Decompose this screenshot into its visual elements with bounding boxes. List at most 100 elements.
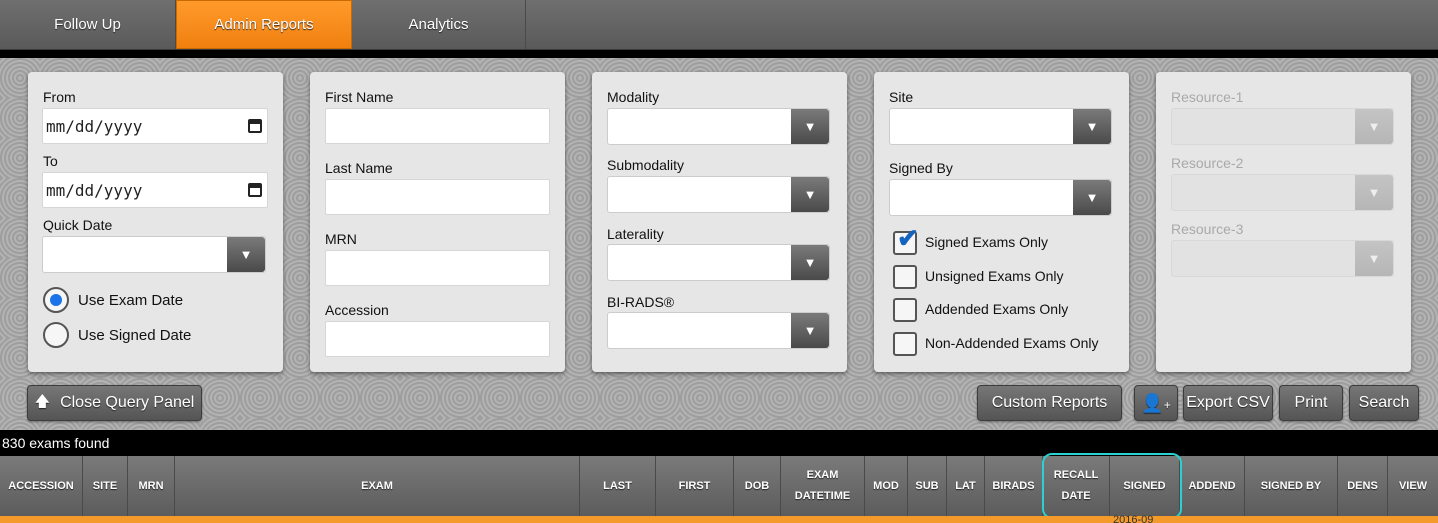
chevron-down-icon[interactable]: ▼ [791, 177, 829, 212]
last-name-input[interactable] [325, 179, 550, 215]
col-exam[interactable]: EXAM [175, 456, 580, 516]
col-addend[interactable]: ADDEND [1180, 456, 1245, 516]
quick-date-select[interactable]: ▼ [42, 236, 266, 273]
col-exam-datetime[interactable]: EXAM DATETIME [781, 456, 865, 516]
to-label: To [43, 153, 58, 169]
date-panel: From mm/dd/yyyy To mm/dd/yyyy Quick Date… [28, 72, 283, 372]
submodality-label: Submodality [607, 157, 685, 173]
addended-exams-only-label: Addended Exams Only [925, 301, 1069, 317]
results-table-header: ACCESSION SITE MRN EXAM LAST FIRST DOB E… [0, 456, 1438, 516]
col-mrn[interactable]: MRN [128, 456, 175, 516]
accession-input[interactable] [325, 321, 550, 357]
arrow-up-icon: 🡅 [34, 392, 51, 410]
patient-panel: First Name Last Name MRN Accession [310, 72, 565, 372]
resource-1-label: Resource-1 [1171, 89, 1244, 105]
tab-follow-up[interactable]: Follow Up [0, 0, 176, 49]
from-date-input[interactable]: mm/dd/yyyy [42, 108, 268, 144]
non-addended-exams-only-checkbox[interactable] [893, 332, 917, 356]
query-panel: From mm/dd/yyyy To mm/dd/yyyy Quick Date… [0, 58, 1438, 430]
addended-exams-only-checkbox[interactable] [893, 298, 917, 322]
signed-by-select[interactable]: ▼ [889, 179, 1112, 216]
column-highlight [1042, 453, 1182, 519]
table-cell-signed: 2016-09 [1113, 514, 1154, 523]
signed-exams-only-label: Signed Exams Only [925, 234, 1048, 250]
col-dob[interactable]: DOB [734, 456, 781, 516]
add-user-icon: 👤+ [1141, 392, 1171, 413]
first-name-input[interactable] [325, 108, 550, 144]
col-first[interactable]: FIRST [656, 456, 734, 516]
unsigned-exams-only-checkbox[interactable] [893, 265, 917, 289]
modality-select[interactable]: ▼ [607, 108, 830, 145]
use-exam-date-label: Use Exam Date [78, 292, 184, 309]
accession-label: Accession [325, 302, 389, 318]
from-label: From [43, 89, 76, 105]
chevron-down-icon[interactable]: ▼ [1073, 109, 1111, 144]
chevron-down-icon[interactable]: ▼ [1073, 180, 1111, 215]
chevron-down-icon[interactable]: ▼ [791, 313, 829, 348]
close-query-panel-label: Close Query Panel [60, 394, 195, 411]
table-row[interactable] [0, 516, 1438, 523]
col-mod[interactable]: MOD [865, 456, 908, 516]
signed-exams-only-checkbox[interactable]: ✔ [893, 225, 919, 255]
checkmark-icon: ✔ [897, 223, 919, 253]
col-accession[interactable]: ACCESSION [0, 456, 83, 516]
calendar-icon[interactable] [248, 119, 262, 133]
site-select[interactable]: ▼ [889, 108, 1112, 145]
chevron-down-icon[interactable]: ▼ [791, 109, 829, 144]
calendar-icon[interactable] [248, 183, 262, 197]
birads-select[interactable]: ▼ [607, 312, 830, 349]
site-panel: Site ▼ Signed By ▼ ✔ Signed Exams Only U… [874, 72, 1129, 372]
print-button[interactable]: Print [1279, 385, 1343, 421]
non-addended-exams-only-label: Non-Addended Exams Only [925, 335, 1099, 351]
col-sub[interactable]: SUB [908, 456, 947, 516]
site-label: Site [889, 89, 914, 105]
exam-panel: Modality ▼ Submodality ▼ Laterality ▼ BI… [592, 72, 847, 372]
unsigned-exams-only-label: Unsigned Exams Only [925, 268, 1064, 284]
resource-1-select[interactable]: ▼ [1171, 108, 1394, 145]
resource-2-select[interactable]: ▼ [1171, 174, 1394, 211]
divider [0, 50, 1438, 58]
add-user-button[interactable]: 👤+ [1134, 385, 1178, 421]
resource-3-select[interactable]: ▼ [1171, 240, 1394, 277]
col-last[interactable]: LAST [580, 456, 656, 516]
col-signed-by[interactable]: SIGNED BY [1245, 456, 1338, 516]
tab-bar: Follow Up Admin Reports Analytics [0, 0, 1438, 50]
chevron-down-icon[interactable]: ▼ [1355, 109, 1393, 144]
col-site[interactable]: SITE [83, 456, 128, 516]
first-name-label: First Name [325, 89, 394, 105]
resources-panel: Resource-1 ▼ Resource-2 ▼ Resource-3 ▼ [1156, 72, 1411, 372]
results-count-text: 830 exams found [2, 435, 110, 451]
col-birads[interactable]: BIRADS [985, 456, 1043, 516]
col-dens[interactable]: DENS [1338, 456, 1388, 516]
last-name-label: Last Name [325, 160, 393, 176]
laterality-label: Laterality [607, 226, 664, 242]
resource-3-label: Resource-3 [1171, 221, 1244, 237]
submodality-select[interactable]: ▼ [607, 176, 830, 213]
resource-2-label: Resource-2 [1171, 155, 1244, 171]
chevron-down-icon[interactable]: ▼ [1355, 241, 1393, 276]
mrn-input[interactable] [325, 250, 550, 286]
use-signed-date-label: Use Signed Date [78, 327, 192, 344]
chevron-down-icon[interactable]: ▼ [227, 237, 265, 272]
tab-admin-reports[interactable]: Admin Reports [176, 0, 352, 49]
col-view[interactable]: VIEW [1388, 456, 1438, 516]
search-button[interactable]: Search [1349, 385, 1419, 421]
use-signed-date-radio[interactable] [43, 322, 69, 348]
birads-label: BI-RADS® [607, 294, 675, 310]
modality-label: Modality [607, 89, 660, 105]
to-date-value: mm/dd/yyyy [46, 180, 143, 200]
signed-by-label: Signed By [889, 160, 953, 176]
results-count: 830 exams found [0, 430, 1438, 456]
close-query-panel-button[interactable]: 🡅 Close Query Panel [27, 385, 202, 421]
laterality-select[interactable]: ▼ [607, 244, 830, 281]
tab-analytics[interactable]: Analytics [352, 0, 526, 49]
chevron-down-icon[interactable]: ▼ [1355, 175, 1393, 210]
chevron-down-icon[interactable]: ▼ [791, 245, 829, 280]
to-date-input[interactable]: mm/dd/yyyy [42, 172, 268, 208]
quick-date-label: Quick Date [43, 217, 113, 233]
use-exam-date-radio[interactable] [43, 287, 69, 313]
mrn-label: MRN [325, 231, 357, 247]
col-lat[interactable]: LAT [947, 456, 985, 516]
custom-reports-button[interactable]: Custom Reports [977, 385, 1122, 421]
export-csv-button[interactable]: Export CSV [1183, 385, 1273, 421]
